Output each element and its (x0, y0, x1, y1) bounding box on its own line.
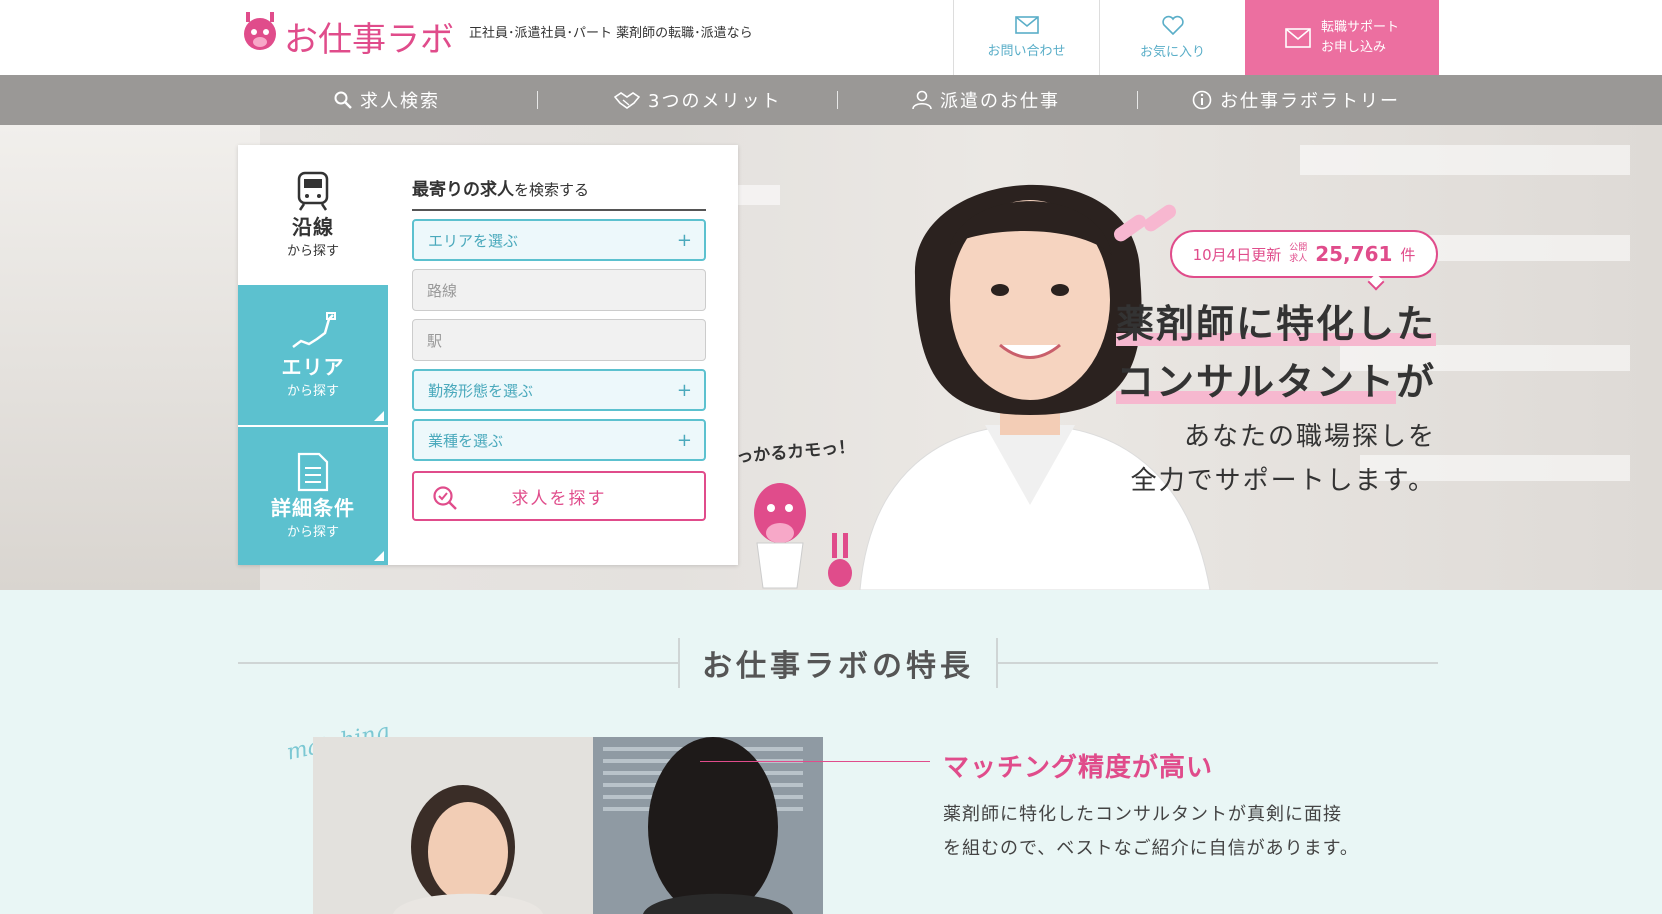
nav-laboratory[interactable]: お仕事ラボラトリー (1192, 75, 1400, 125)
line-select-label: 路線 (427, 281, 458, 300)
subcopy-line-2: 全力でサポートします。 (1130, 466, 1436, 496)
public-label-1: 公開 (1289, 243, 1308, 253)
tab-title: 沿線 (292, 215, 334, 239)
map-icon (292, 312, 336, 348)
pill-icon (1113, 204, 1177, 242)
tab-title: エリア (281, 355, 345, 379)
shelf-decoration (1300, 145, 1630, 175)
mail-icon (1285, 27, 1311, 48)
search-button-label: 求人を探す (511, 488, 607, 509)
divider (998, 662, 1438, 664)
giraffe-logo-icon (244, 12, 276, 50)
logo-text: お仕事ラボ (284, 20, 454, 60)
station-select[interactable]: 駅 (412, 319, 706, 361)
contact-button[interactable]: お問い合わせ (953, 0, 1099, 75)
nav-divider (837, 91, 838, 109)
feature-text-line-2: を組むので、ベストなご紹介に自信があります。 (943, 838, 1359, 859)
search-form: 最寄りの求人を検索する エリアを選ぶ + 路線 駅 勤務形態を選ぶ + 業種を選… (412, 175, 706, 521)
nav-job-search[interactable]: 求人検索 (334, 75, 440, 125)
train-icon (297, 171, 329, 211)
tab-sub: から探す (286, 384, 339, 399)
plus-icon: + (676, 230, 692, 251)
tab-detail-conditions[interactable]: 詳細条件 から探す (238, 427, 388, 565)
logo[interactable]: お仕事ラボ (238, 8, 454, 60)
favorites-label: お気に入り (1139, 45, 1205, 60)
hero-subcopy: あなたの職場探しを 全力でサポートします。 (1131, 415, 1436, 503)
area-select-label: エリアを選ぶ (428, 231, 519, 250)
subcopy-line-1: あなたの職場探しを (1183, 422, 1436, 452)
job-type-select[interactable]: 業種を選ぶ + (412, 419, 706, 461)
job-count-badge: 10月4日更新 公開 求人 25,761 件 (1170, 230, 1438, 291)
area-select[interactable]: エリアを選ぶ + (412, 219, 706, 261)
search-jobs-button[interactable]: 求人を探す (412, 471, 706, 521)
nav-divider (1137, 91, 1138, 109)
nav-label: お仕事ラボラトリー (1220, 91, 1400, 112)
station-select-label: 駅 (427, 331, 443, 350)
feature-heading: マッチング精度が高い (943, 753, 1214, 783)
public-jobs-label: 公開 求人 (1289, 243, 1307, 265)
nav-label: 3つのメリット (648, 91, 782, 112)
divider (238, 662, 678, 664)
corner-arrow-icon (374, 551, 384, 561)
person-icon (912, 90, 932, 110)
main-nav: 求人検索 3つのメリット 派遣のお仕事 お仕事ラボラトリー (0, 75, 1662, 125)
job-type-select-label: 業種を選ぶ (428, 431, 504, 450)
search-form-title: 最寄りの求人を検索する (412, 175, 706, 211)
job-count-unit: 件 (1400, 245, 1416, 264)
consultation-illustration (313, 737, 823, 914)
search-icon (433, 486, 457, 510)
plus-icon: + (676, 430, 692, 451)
headline-particle: が (1395, 360, 1436, 404)
nav-label: 求人検索 (360, 91, 440, 112)
favorites-button[interactable]: お気に入り (1099, 0, 1245, 75)
contact-label: お問い合わせ (987, 44, 1066, 59)
tab-area[interactable]: エリア から探す (238, 285, 388, 425)
tagline: 正社員･派遣社員･パート 薬剤師の転職･派遣なら (469, 26, 753, 41)
employment-select[interactable]: 勤務形態を選ぶ + (412, 369, 706, 411)
heading-accent-line (700, 761, 930, 762)
nav-temp-jobs[interactable]: 派遣のお仕事 (912, 75, 1060, 125)
search-panel: 沿線 から探す エリア から探す 詳細条件 から探す 最寄りの求人を検索する エ… (238, 145, 738, 565)
corner-arrow-icon (374, 411, 384, 421)
form-title-rest: を検索する (514, 181, 590, 199)
nav-label: 派遣のお仕事 (940, 91, 1060, 112)
search-icon (334, 91, 352, 109)
hero-headline: 薬剤師に特化した コンサルタントが (1115, 295, 1436, 411)
support-label-2: お申し込み (1320, 39, 1386, 55)
handshake-icon (614, 92, 640, 109)
plus-icon: + (676, 380, 692, 401)
feature-text-line-1: 薬剤師に特化したコンサルタントが真剣に面接 (943, 804, 1342, 825)
checklist-icon (297, 452, 329, 492)
features-section: お仕事ラボの特長 matching マッチング精度が高い 薬剤師に特化したコンサ… (0, 590, 1662, 914)
tab-sub: から探す (286, 244, 339, 259)
tab-train-line[interactable]: 沿線 から探す (238, 145, 388, 285)
headline-line-2: コンサルタント (1115, 360, 1396, 404)
header-nav: お問い合わせ お気に入り 転職サポート お申し込み (953, 0, 1439, 75)
nav-divider (537, 91, 538, 109)
tab-title: 詳細条件 (271, 496, 355, 520)
badge-tail (1367, 273, 1385, 291)
nav-three-merits[interactable]: 3つのメリット (614, 75, 781, 125)
tab-sub: から探す (286, 525, 339, 540)
hero-background (0, 125, 260, 590)
search-tabs: 沿線 から探す エリア から探す 詳細条件 から探す (238, 145, 388, 565)
mail-icon (1014, 16, 1039, 34)
consultation-photo (313, 737, 823, 914)
job-count: 25,761 (1315, 242, 1393, 266)
public-label-2: 求人 (1289, 254, 1308, 264)
giraffe-mascot-icon (754, 483, 852, 589)
site-header: お仕事ラボ 正社員･派遣社員･パート 薬剤師の転職･派遣なら お問い合わせ お気… (0, 0, 1662, 75)
update-date: 10月4日更新 (1192, 245, 1282, 264)
headline-line-1: 薬剤師に特化した (1115, 302, 1436, 346)
info-icon (1192, 90, 1212, 110)
form-title-bold: 最寄りの求人 (412, 180, 514, 200)
employment-select-label: 勤務形態を選ぶ (428, 381, 534, 400)
heart-icon (1161, 15, 1184, 35)
line-select[interactable]: 路線 (412, 269, 706, 311)
support-label-1: 転職サポート (1320, 19, 1399, 35)
features-title: お仕事ラボの特長 (678, 638, 998, 688)
feature-description: 薬剤師に特化したコンサルタントが真剣に面接 を組むので、ベストなご紹介に自信があ… (943, 798, 1359, 866)
support-apply-button[interactable]: 転職サポート お申し込み (1245, 0, 1439, 75)
